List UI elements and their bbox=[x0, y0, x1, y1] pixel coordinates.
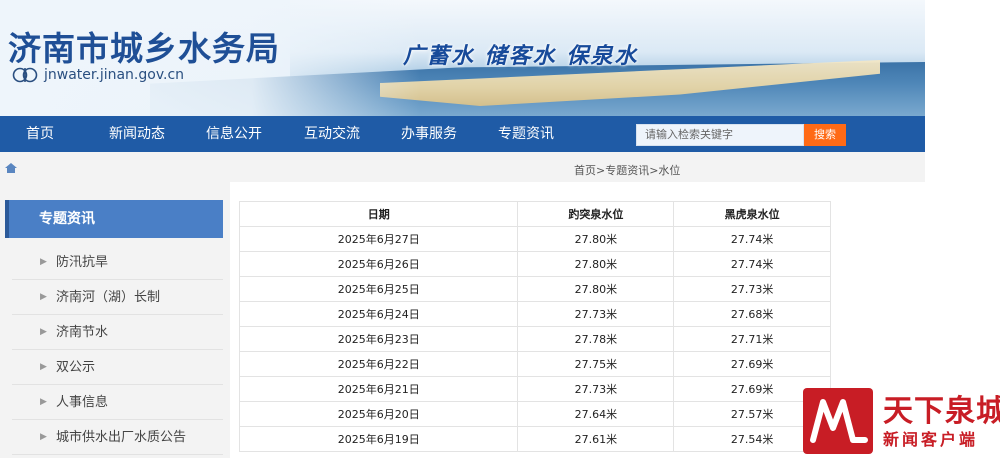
water-level-table: 日期 趵突泉水位 黑虎泉水位 2025年6月27日 27.80米 27.74米 20… bbox=[238, 201, 831, 452]
table-header-row: 日期 趵突泉水位 黑虎泉水位 bbox=[238, 201, 831, 227]
table-row: 2025年6月21日 27.73米 27.69米 bbox=[238, 376, 831, 402]
watermark-logo-icon bbox=[803, 388, 873, 454]
cell-heihu: 27.69米 bbox=[673, 351, 831, 377]
nav-item-home[interactable]: 首页 bbox=[26, 116, 54, 152]
cell-heihu: 27.73米 bbox=[673, 276, 831, 302]
sidebar-item-personnel[interactable]: ▶ 人事信息 bbox=[12, 385, 223, 420]
table-row: 2025年6月25日 27.80米 27.73米 bbox=[238, 276, 831, 302]
cell-date: 2025年6月19日 bbox=[238, 426, 519, 452]
nav-item-info-public[interactable]: 信息公开 bbox=[206, 116, 262, 152]
home-icon[interactable] bbox=[5, 163, 17, 173]
main-nav: 首页 新闻动态 信息公开 互动交流 办事服务 专题资讯 请输入检索关键字 搜索 bbox=[0, 116, 925, 152]
sidebar-item-water-quality[interactable]: ▶ 城市供水出厂水质公告 bbox=[12, 420, 223, 455]
nav-item-topics[interactable]: 专题资讯 bbox=[498, 116, 554, 152]
arrow-right-icon: ▶ bbox=[40, 257, 47, 267]
arrow-right-icon: ▶ bbox=[40, 432, 47, 442]
sidebar-item-label: 城市供水出厂水质公告 bbox=[56, 430, 187, 445]
header-baotu-spring: 趵突泉水位 bbox=[517, 201, 675, 227]
cell-baotu: 27.80米 bbox=[517, 276, 675, 302]
table-row: 2025年6月24日 27.73米 27.68米 bbox=[238, 301, 831, 327]
site-url-text: jnwater.jinan.gov.cn bbox=[44, 67, 185, 83]
sidebar-item-flood-control[interactable]: ▶ 防汛抗旱 bbox=[12, 245, 223, 280]
cell-baotu: 27.64米 bbox=[517, 401, 675, 427]
table-row: 2025年6月26日 27.80米 27.74米 bbox=[238, 251, 831, 277]
arrow-right-icon: ▶ bbox=[40, 292, 47, 302]
breadcrumb[interactable]: 首页>专题资讯>水位 bbox=[574, 162, 680, 178]
table-row: 2025年6月27日 27.80米 27.74米 bbox=[238, 226, 831, 252]
cell-heihu: 27.68米 bbox=[673, 301, 831, 327]
cell-heihu: 27.71米 bbox=[673, 326, 831, 352]
cell-date: 2025年6月27日 bbox=[238, 226, 519, 252]
cell-baotu: 27.61米 bbox=[517, 426, 675, 452]
search-button[interactable]: 搜索 bbox=[804, 124, 846, 146]
cell-baotu: 27.78米 bbox=[517, 326, 675, 352]
breadcrumb-strip bbox=[0, 152, 925, 182]
sidebar-item-label: 防汛抗旱 bbox=[56, 255, 109, 270]
news-app-watermark: 天下泉城 新闻客户端 bbox=[803, 382, 1000, 458]
cell-date: 2025年6月21日 bbox=[238, 376, 519, 402]
sidebar-item-river-chief[interactable]: ▶ 济南河（湖）长制 bbox=[12, 280, 223, 315]
table-row: 2025年6月20日 27.64米 27.57米 bbox=[238, 401, 831, 427]
cell-date: 2025年6月26日 bbox=[238, 251, 519, 277]
arrow-right-icon: ▶ bbox=[40, 327, 47, 337]
header-banner: 济南市城乡水务局 jnwater.jinan.gov.cn 广蓄水 储客水 保泉… bbox=[0, 0, 925, 116]
cell-baotu: 27.80米 bbox=[517, 226, 675, 252]
nav-item-interaction[interactable]: 互动交流 bbox=[304, 116, 360, 152]
cell-baotu: 27.73米 bbox=[517, 376, 675, 402]
search-input[interactable]: 请输入检索关键字 bbox=[636, 124, 804, 146]
water-logo-icon bbox=[12, 67, 38, 83]
slogan: 广蓄水 储客水 保泉水 bbox=[403, 43, 639, 69]
table-row: 2025年6月19日 27.61米 27.54米 bbox=[238, 426, 831, 452]
nav-item-services[interactable]: 办事服务 bbox=[401, 116, 457, 152]
sidebar-item-double-publicity[interactable]: ▶ 双公示 bbox=[12, 350, 223, 385]
cell-date: 2025年6月25日 bbox=[238, 276, 519, 302]
cell-date: 2025年6月24日 bbox=[238, 301, 519, 327]
arrow-right-icon: ▶ bbox=[40, 397, 47, 407]
watermark-subtitle: 新闻客户端 bbox=[883, 430, 979, 449]
sidebar-item-label: 人事信息 bbox=[56, 395, 109, 410]
cell-baotu: 27.80米 bbox=[517, 251, 675, 277]
sidebar-item-label: 济南节水 bbox=[56, 325, 109, 340]
cell-baotu: 27.75米 bbox=[517, 351, 675, 377]
sidebar-item-water-saving[interactable]: ▶ 济南节水 bbox=[12, 315, 223, 350]
sidebar-title: 专题资讯 bbox=[5, 200, 223, 238]
sidebar-item-label: 双公示 bbox=[56, 360, 96, 375]
cell-date: 2025年6月20日 bbox=[238, 401, 519, 427]
cell-date: 2025年6月23日 bbox=[238, 326, 519, 352]
sidebar-item-label: 济南河（湖）长制 bbox=[56, 290, 161, 305]
table-row: 2025年6月22日 27.75米 27.69米 bbox=[238, 351, 831, 377]
cell-heihu: 27.74米 bbox=[673, 251, 831, 277]
fountain-mark-icon bbox=[810, 399, 868, 443]
cell-baotu: 27.73米 bbox=[517, 301, 675, 327]
table-row: 2025年6月23日 27.78米 27.71米 bbox=[238, 326, 831, 352]
cell-date: 2025年6月22日 bbox=[238, 351, 519, 377]
watermark-title: 天下泉城 bbox=[883, 394, 1000, 429]
header-heihu-spring: 黑虎泉水位 bbox=[673, 201, 831, 227]
cell-heihu: 27.74米 bbox=[673, 226, 831, 252]
nav-item-news[interactable]: 新闻动态 bbox=[109, 116, 165, 152]
site-title[interactable]: 济南市城乡水务局 bbox=[8, 22, 280, 70]
arrow-right-icon: ▶ bbox=[40, 362, 47, 372]
site-url[interactable]: jnwater.jinan.gov.cn bbox=[12, 67, 184, 83]
header-date: 日期 bbox=[238, 201, 519, 227]
